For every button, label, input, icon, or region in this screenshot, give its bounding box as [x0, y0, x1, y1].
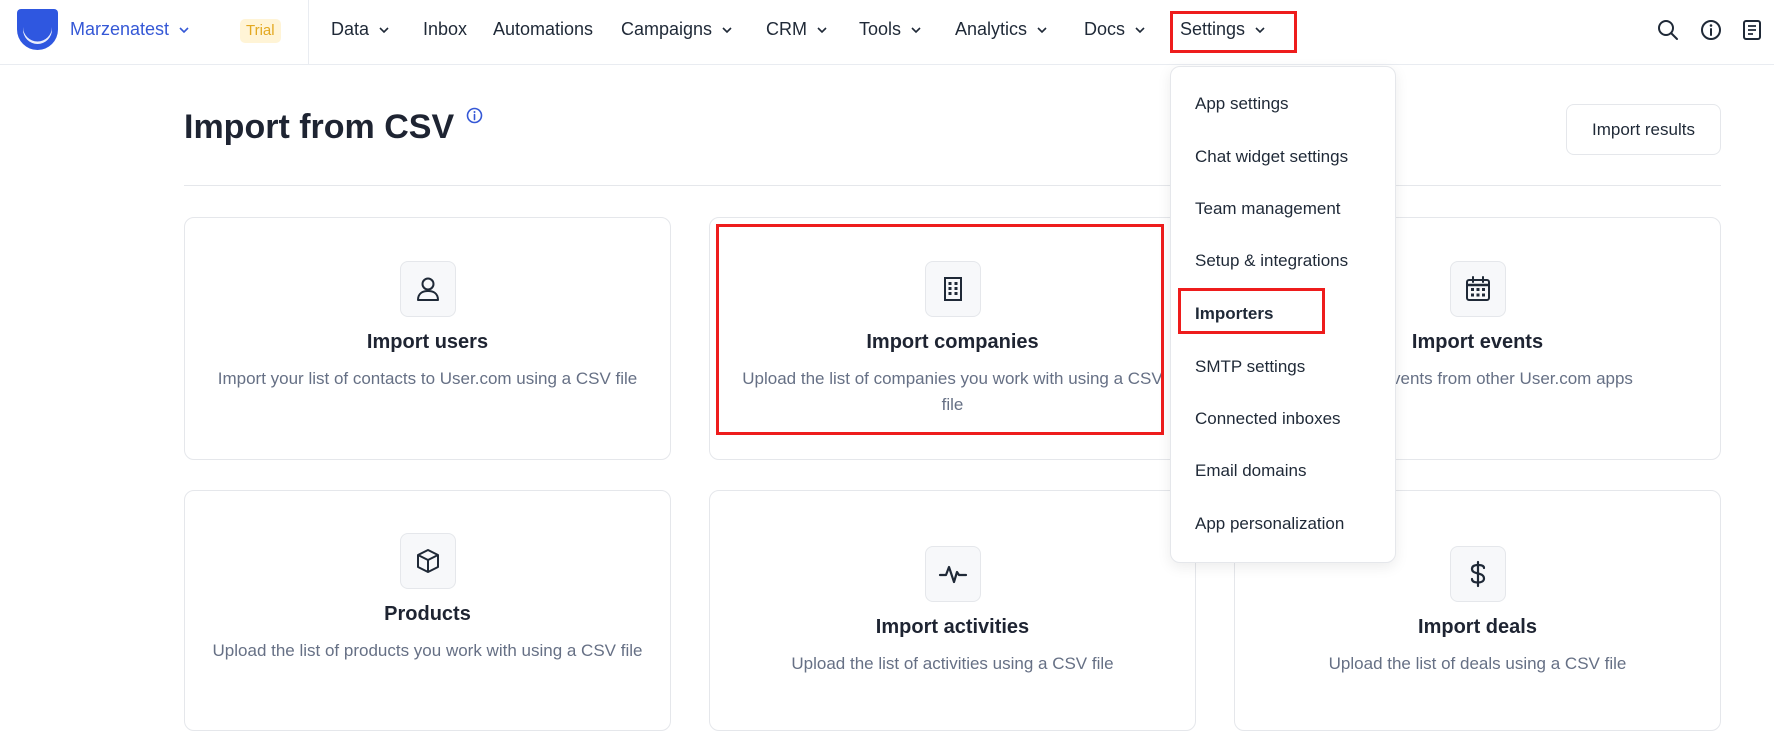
nav-campaigns-label: Campaigns — [621, 19, 713, 39]
nav-crm-label: CRM — [766, 19, 807, 39]
card-import-activities[interactable]: Import activities Upload the list of act… — [709, 490, 1196, 731]
nav-campaigns[interactable]: Campaigns — [621, 19, 732, 40]
card-title: Import deals — [1418, 616, 1537, 638]
card-icon-wrap — [1450, 261, 1506, 317]
import-results-button[interactable]: Import results — [1566, 104, 1721, 155]
title-info-icon[interactable] — [466, 107, 483, 124]
nav-tools[interactable]: Tools — [859, 19, 921, 40]
dollar-icon — [1470, 560, 1486, 588]
menu-item-connected-inboxes[interactable]: Connected inboxes — [1195, 409, 1341, 429]
card-title: Import activities — [875, 616, 1030, 638]
menu-item-app-personalization[interactable]: App personalization — [1195, 514, 1344, 534]
top-navigation-bar: Marzenatest Trial Data Inbox Automations… — [0, 0, 1774, 65]
card-description: Upload the list of activities using a CS… — [791, 654, 1114, 673]
card-title: Import users — [366, 331, 489, 353]
nav-tools-label: Tools — [859, 19, 902, 39]
card-icon-wrap — [400, 533, 456, 589]
menu-item-email-domains[interactable]: Email domains — [1195, 461, 1307, 481]
page-title: Import from CSV — [184, 108, 455, 146]
chevron-down-icon — [179, 26, 189, 33]
card-icon-wrap — [400, 261, 456, 317]
box-icon — [417, 549, 439, 573]
calendar-icon — [1466, 276, 1490, 301]
import-companies-highlight-box — [716, 224, 1164, 435]
chevron-down-icon — [379, 26, 389, 33]
workspace-name: Marzenatest — [70, 19, 170, 39]
card-icon-wrap — [1450, 546, 1506, 602]
menu-item-chat-widget-settings[interactable]: Chat widget settings — [1195, 147, 1348, 167]
workspace-switcher[interactable]: Marzenatest — [70, 19, 189, 40]
nav-analytics[interactable]: Analytics — [955, 19, 1047, 40]
nav-analytics-label: Analytics — [955, 19, 1028, 39]
nav-crm[interactable]: CRM — [766, 19, 827, 40]
chevron-down-icon — [911, 26, 921, 33]
nav-data-label: Data — [331, 19, 370, 39]
chevron-down-icon — [1135, 26, 1145, 33]
header-divider — [184, 185, 1721, 186]
card-description: Import your list of contacts to User.com… — [217, 369, 638, 388]
app-logo[interactable] — [17, 9, 58, 50]
menu-item-smtp-settings[interactable]: SMTP settings — [1195, 357, 1305, 377]
docs-icon[interactable] — [1741, 19, 1763, 41]
menu-item-app-settings[interactable]: App settings — [1195, 94, 1289, 114]
activity-icon — [938, 565, 968, 584]
trial-badge: Trial — [240, 19, 281, 43]
nav-inbox-label: Inbox — [423, 19, 468, 39]
user-icon — [417, 277, 439, 301]
info-icon[interactable] — [1700, 19, 1722, 41]
search-icon[interactable] — [1657, 19, 1679, 41]
card-products[interactable]: Products Upload the list of products you… — [184, 490, 671, 731]
card-description: Upload the list of deals using a CSV fil… — [1328, 654, 1627, 673]
card-title: Products — [384, 603, 471, 625]
importers-highlight-box — [1178, 288, 1325, 334]
nav-automations-label: Automations — [493, 19, 594, 39]
divider — [308, 0, 309, 65]
nav-inbox[interactable]: Inbox — [423, 19, 467, 40]
card-icon-wrap — [925, 546, 981, 602]
nav-docs[interactable]: Docs — [1084, 19, 1145, 40]
card-description: Upload the list of products you work wit… — [212, 641, 643, 660]
card-import-users[interactable]: Import users Import your list of contact… — [184, 217, 671, 460]
settings-highlight-box — [1170, 11, 1297, 53]
nav-automations[interactable]: Automations — [493, 19, 593, 40]
chevron-down-icon — [817, 26, 827, 33]
menu-item-setup-integrations[interactable]: Setup & integrations — [1195, 251, 1348, 271]
chevron-down-icon — [1037, 26, 1047, 33]
nav-data[interactable]: Data — [331, 19, 389, 40]
nav-docs-label: Docs — [1084, 19, 1126, 39]
chevron-down-icon — [722, 26, 732, 33]
menu-item-team-management[interactable]: Team management — [1195, 199, 1341, 219]
